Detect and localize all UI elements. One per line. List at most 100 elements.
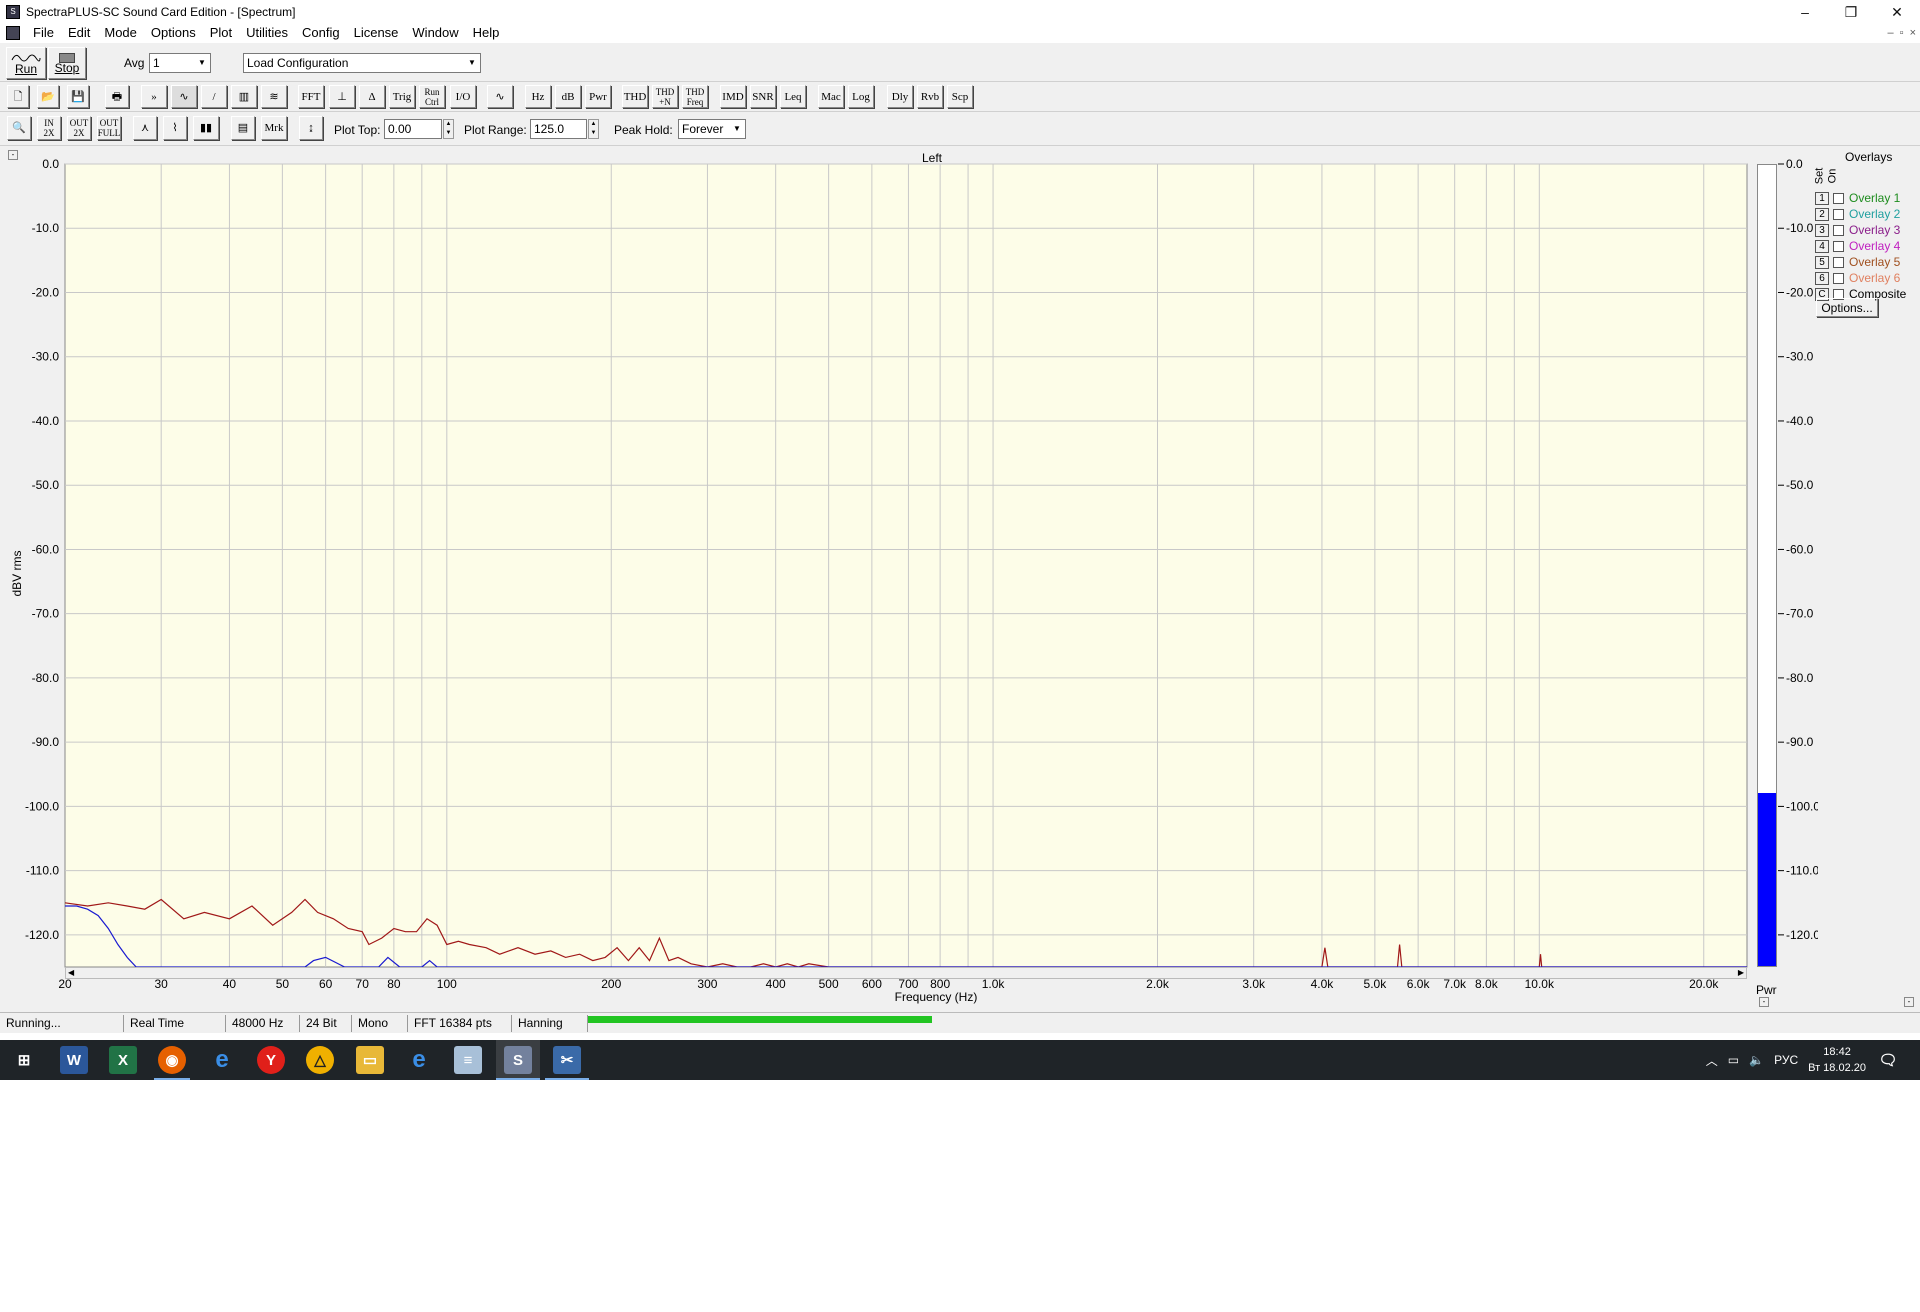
- avg-select[interactable]: 1 ▼: [149, 53, 211, 73]
- overlay-checkbox[interactable]: [1833, 192, 1844, 204]
- notepad-icon[interactable]: ≡: [454, 1046, 482, 1074]
- close-button[interactable]: ✕: [1874, 0, 1920, 24]
- scroll-right-icon[interactable]: ▶: [1738, 968, 1744, 977]
- mode-spectrogram-button[interactable]: ▥: [231, 85, 257, 108]
- overlay-checkbox[interactable]: [1833, 224, 1844, 236]
- horizontal-scrollbar[interactable]: ◀ ▶: [65, 967, 1747, 979]
- edge-icon[interactable]: e: [208, 1046, 236, 1074]
- mode-forward-button[interactable]: »: [141, 85, 167, 108]
- snipping-tool-icon[interactable]: ✂: [553, 1046, 581, 1074]
- volume-icon[interactable]: 🔈: [1749, 1053, 1764, 1067]
- language-indicator[interactable]: РУС: [1774, 1053, 1798, 1067]
- fft-button[interactable]: FFT: [298, 85, 324, 108]
- mdi-minimize-button[interactable]: –: [1888, 27, 1894, 39]
- generator-button[interactable]: ∿: [487, 85, 513, 108]
- overlay-checkbox[interactable]: [1833, 272, 1844, 284]
- firefox-icon[interactable]: ◉: [158, 1046, 186, 1074]
- leq-button[interactable]: Leq: [780, 85, 806, 108]
- file-explorer-icon[interactable]: ▭: [356, 1046, 384, 1074]
- aimp-icon[interactable]: △: [306, 1046, 334, 1074]
- hz-button[interactable]: Hz: [525, 85, 551, 108]
- network-icon[interactable]: ▭: [1728, 1053, 1739, 1067]
- overlay-set-button[interactable]: 4: [1815, 239, 1829, 253]
- mode-phase-button[interactable]: /: [201, 85, 227, 108]
- mac-button[interactable]: Mac: [818, 85, 844, 108]
- print-button[interactable]: 🖶: [105, 85, 129, 108]
- imd-button[interactable]: IMD: [720, 85, 746, 108]
- panel-collapse-icon[interactable]: -: [1904, 997, 1914, 1007]
- word-icon[interactable]: W: [60, 1046, 88, 1074]
- thd-freq-button[interactable]: THD Freq: [682, 85, 708, 108]
- spectrum-chart[interactable]: 0.0 -10.0 -20.0 -30.0 -40.0 -50.0 -60.0 -70.0 -8…: [0, 147, 1760, 1011]
- menu-window[interactable]: Window: [405, 22, 465, 43]
- marker-button[interactable]: Mrk: [261, 116, 287, 140]
- overlay-checkbox[interactable]: [1833, 208, 1844, 220]
- menu-config[interactable]: Config: [295, 22, 347, 43]
- plot-range-spinner[interactable]: ▲ ▼: [588, 119, 599, 139]
- clock[interactable]: 18:42 Вт 18.02.20: [1808, 1044, 1866, 1076]
- peak-hold-select[interactable]: Forever ▼: [678, 119, 746, 139]
- internet-explorer-icon[interactable]: e: [405, 1046, 433, 1074]
- menu-license[interactable]: License: [347, 22, 406, 43]
- axis-button[interactable]: ⊥: [329, 85, 355, 108]
- thd-button[interactable]: THD: [622, 85, 648, 108]
- bar-plot-button[interactable]: ▮▮: [193, 116, 219, 140]
- grid-button[interactable]: ▤: [231, 116, 255, 140]
- overlay-set-button[interactable]: 5: [1815, 255, 1829, 269]
- zoom-full-button[interactable]: OUT FULL: [97, 116, 121, 140]
- dly-button[interactable]: Dly: [887, 85, 913, 108]
- run-ctrl-button[interactable]: Run Ctrl: [419, 85, 445, 108]
- chevron-up-icon[interactable]: ︿: [1706, 1052, 1718, 1069]
- scp-button[interactable]: Scp: [947, 85, 973, 108]
- plot-top-input[interactable]: 0.00: [384, 119, 442, 139]
- chevron-down-icon[interactable]: ▼: [729, 120, 745, 138]
- menu-file[interactable]: File: [26, 22, 61, 43]
- overlay-set-button[interactable]: 1: [1815, 191, 1829, 205]
- plot-range-input[interactable]: 125.0: [530, 119, 587, 139]
- overlay-checkbox[interactable]: [1833, 256, 1844, 268]
- plot-top-spinner[interactable]: ▲ ▼: [443, 119, 454, 139]
- mode-spectrum-button[interactable]: ∿: [171, 85, 197, 108]
- yandex-icon[interactable]: Y: [257, 1046, 285, 1074]
- mdi-close-button[interactable]: ×: [1910, 27, 1916, 39]
- mdi-restore-button[interactable]: ▫: [1900, 27, 1904, 39]
- chevron-down-icon[interactable]: ▼: [194, 54, 210, 72]
- scroll-left-icon[interactable]: ◀: [68, 968, 74, 977]
- plot-top-button[interactable]: ↨: [299, 116, 323, 140]
- start-windows-icon[interactable]: ⊞: [10, 1046, 38, 1074]
- menu-mode[interactable]: Mode: [97, 22, 144, 43]
- trig-button[interactable]: Trig: [389, 85, 415, 108]
- restore-button[interactable]: ❐: [1828, 0, 1874, 24]
- mode-3d-button[interactable]: ≋: [261, 85, 287, 108]
- snr-button[interactable]: SNR: [750, 85, 776, 108]
- area-plot-button[interactable]: ⌇: [163, 116, 187, 140]
- save-button[interactable]: 💾: [67, 85, 89, 108]
- calibrate-button[interactable]: Δ: [359, 85, 385, 108]
- run-button[interactable]: Run: [6, 47, 46, 79]
- new-file-button[interactable]: 🗋: [7, 85, 29, 108]
- menu-plot[interactable]: Plot: [203, 22, 239, 43]
- menu-utilities[interactable]: Utilities: [239, 22, 295, 43]
- stop-button[interactable]: Stop: [48, 47, 86, 79]
- zoom-button[interactable]: 🔍: [7, 116, 31, 140]
- menu-options[interactable]: Options: [144, 22, 203, 43]
- zoom-in-button[interactable]: IN 2X: [37, 116, 61, 140]
- zoom-out-button[interactable]: OUT 2X: [67, 116, 91, 140]
- overlay-set-button[interactable]: 2: [1815, 207, 1829, 221]
- overlay-options-button[interactable]: Options...: [1816, 298, 1878, 317]
- thd-n-button[interactable]: THD +N: [652, 85, 678, 108]
- overlay-set-button[interactable]: 6: [1815, 271, 1829, 285]
- excel-icon[interactable]: X: [109, 1046, 137, 1074]
- open-file-button[interactable]: 📂: [37, 85, 59, 108]
- log-button[interactable]: Log: [848, 85, 874, 108]
- config-select[interactable]: Load Configuration ▼: [243, 53, 481, 73]
- rvb-button[interactable]: Rvb: [917, 85, 943, 108]
- menu-help[interactable]: Help: [466, 22, 507, 43]
- io-button[interactable]: I/O: [450, 85, 476, 108]
- overlay-set-button[interactable]: 3: [1815, 223, 1829, 237]
- meter-collapse-icon[interactable]: -: [1759, 997, 1769, 1007]
- minimize-button[interactable]: –: [1782, 0, 1828, 24]
- menu-edit[interactable]: Edit: [61, 22, 97, 43]
- document-icon[interactable]: [6, 25, 20, 40]
- line-plot-button[interactable]: ⋏: [133, 116, 157, 140]
